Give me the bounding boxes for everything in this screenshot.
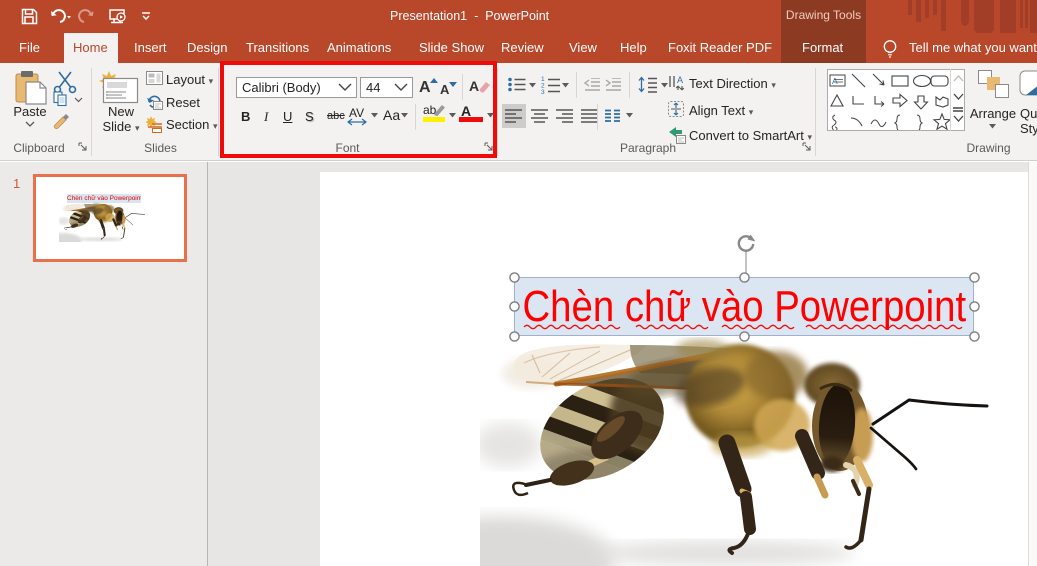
svg-text:A: A [677, 75, 683, 85]
svg-text:3: 3 [541, 89, 545, 94]
svg-text:A: A [832, 76, 838, 86]
